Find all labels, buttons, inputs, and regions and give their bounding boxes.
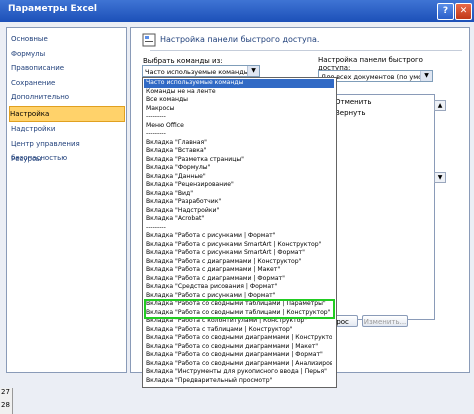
dropdown-item[interactable]: Вкладка "Работа с диаграммами | Конструк… (146, 258, 332, 267)
window-title: Параметры Excel (8, 4, 97, 14)
help-button[interactable]: ? (437, 3, 454, 20)
dropdown-item[interactable]: Команды не на ленте (146, 88, 332, 97)
dropdown-separator: --------- (146, 223, 166, 231)
dropdown-item[interactable]: Вкладка "Разработчик" (146, 198, 332, 207)
dropdown-item[interactable]: Макросы (146, 105, 332, 114)
options-nav: Основные Формулы Правописание Сохранение… (6, 27, 127, 373)
page-title: Настройка панели быстрого доступа. (160, 35, 320, 44)
nav-item-proofing[interactable]: Правописание (11, 61, 123, 75)
row-headers: 27 28 (0, 388, 13, 414)
move-down-icon[interactable]: ▼ (434, 172, 446, 183)
row-header: 27 (1, 388, 10, 396)
dropdown-item[interactable]: Вкладка "Вставка" (146, 147, 332, 156)
list-item[interactable]: Отменить (335, 98, 372, 106)
choose-commands-select[interactable]: Часто используемые команды ▼ (142, 65, 260, 77)
chevron-down-icon: ▼ (247, 66, 259, 76)
nav-item-addins[interactable]: Надстройки (11, 122, 123, 136)
dropdown-item[interactable]: Все команды (146, 96, 332, 105)
list-item[interactable]: Вернуть (335, 109, 365, 117)
dropdown-item[interactable]: Вкладка "Acrobat" (146, 215, 332, 224)
dropdown-item[interactable]: Вкладка "Надстройки" (146, 207, 332, 216)
modify-button[interactable]: Изменить... (362, 315, 408, 327)
row-header: 28 (1, 401, 10, 409)
dropdown-item[interactable]: Вкладка "Инструменты для рукописного вво… (146, 368, 332, 377)
reorder-buttons: ▲ ▼ (434, 94, 446, 318)
nav-item-trust-center[interactable]: Центр управления безопасностью (11, 137, 123, 162)
nav-item-basic[interactable]: Основные (11, 32, 123, 46)
dropdown-item[interactable]: Вкладка "Формулы" (146, 164, 332, 173)
dropdown-item[interactable]: Меню Office (146, 122, 332, 131)
move-up-icon[interactable]: ▲ (434, 100, 446, 111)
nav-item-formulas[interactable]: Формулы (11, 47, 123, 61)
dropdown-item[interactable]: Вкладка "Работа с рисунками SmartArt | К… (146, 241, 332, 250)
title-bar: Параметры Excel ? ✕ (0, 0, 474, 22)
qat-icon (142, 33, 156, 47)
dropdown-item[interactable]: Вкладка "Предварительный просмотр" (146, 377, 332, 386)
dropdown-item[interactable]: Вкладка "Работа с диаграммами | Формат" (146, 275, 332, 284)
nav-item-save[interactable]: Сохранение (11, 76, 123, 90)
dropdown-item[interactable]: Вкладка "Работа со сводными диаграммами … (146, 334, 332, 343)
nav-item-advanced[interactable]: Дополнительно (11, 90, 123, 104)
dropdown-item[interactable]: Вкладка "Работа с таблицами | Конструкто… (146, 326, 332, 335)
dropdown-item[interactable]: Вкладка "Главная" (146, 139, 332, 148)
dropdown-item[interactable]: Вкладка "Разметка страницы" (146, 156, 332, 165)
dropdown-item[interactable]: Вкладка "Работа с диаграммами | Макет" (146, 266, 332, 275)
header-divider (150, 50, 462, 51)
dropdown-item[interactable]: Вкладка "Работа с рисунками SmartArt | Ф… (146, 249, 332, 258)
chevron-down-icon: ▼ (420, 71, 432, 81)
qat-scope-value: Для всех документов (по умолч... (321, 73, 433, 81)
dropdown-item[interactable]: Вкладка "Работа со сводными диаграммами … (146, 351, 332, 360)
dropdown-item[interactable]: Вкладка "Данные" (146, 173, 332, 182)
dropdown-item[interactable]: Вкладка "Работа с рисунками | Формат" (146, 232, 332, 241)
nav-item-resources[interactable]: Ресурсы (11, 152, 123, 166)
commands-dropdown-list[interactable]: Часто используемые команды Команды не на … (142, 77, 337, 388)
dropdown-separator: --------- (146, 113, 166, 120)
choose-commands-label: Выбрать команды из: (143, 57, 223, 65)
close-button[interactable]: ✕ (455, 3, 472, 20)
dropdown-separator: --------- (146, 130, 166, 137)
highlight-box (144, 299, 335, 319)
dropdown-item[interactable]: Вкладка "Средства рисования | Формат" (146, 283, 332, 292)
dropdown-item[interactable]: Вкладка "Работа со сводными диаграммами … (146, 343, 332, 352)
nav-item-customize[interactable]: Настройка (9, 106, 125, 122)
dropdown-item[interactable]: Вкладка "Рецензирование" (146, 181, 332, 190)
choose-commands-value: Часто используемые команды (145, 68, 249, 76)
dropdown-item[interactable]: Часто используемые команды (144, 79, 334, 88)
dropdown-item[interactable]: Вкладка "Работа со сводными диаграммами … (146, 360, 332, 369)
excel-options-window: Параметры Excel ? ✕ Основные Формулы Пра… (0, 0, 474, 414)
dropdown-item[interactable]: Вкладка "Вид" (146, 190, 332, 199)
